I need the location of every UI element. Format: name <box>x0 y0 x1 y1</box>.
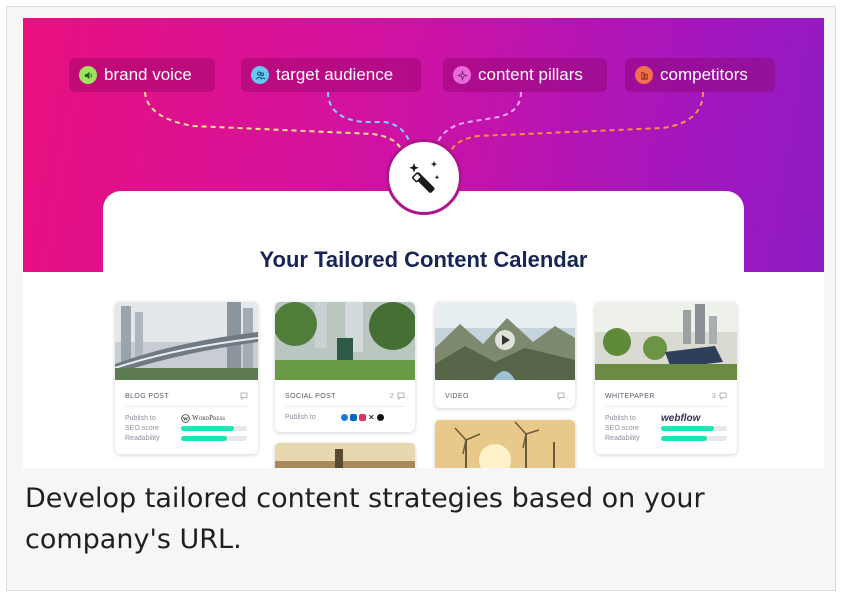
chip-label: target audience <box>276 65 394 84</box>
comment-icon <box>557 392 565 400</box>
magic-wand-icon <box>386 139 462 215</box>
threads-icon <box>376 413 384 421</box>
content-tile-social-post[interactable]: SOCIAL POST 2 Publish to ✕ <box>275 302 415 432</box>
turbines-thumbnail <box>435 420 575 468</box>
seo-score-bar <box>661 425 727 431</box>
chip-label: brand voice <box>104 65 192 84</box>
seo-score-label: SEO score <box>125 424 159 432</box>
x-icon: ✕ <box>368 412 375 422</box>
connector-competitors <box>448 91 704 159</box>
sparkle-icon <box>453 66 471 84</box>
wordpress-logo: W WordPress <box>181 413 226 423</box>
instagram-icon <box>359 413 366 421</box>
readability-bar <box>661 435 727 441</box>
tile-type-label: BLOG POST <box>125 392 170 400</box>
linkedin-icon <box>350 413 357 421</box>
svg-text:W: W <box>183 416 189 422</box>
chip-brand-voice: brand voice <box>69 58 215 92</box>
panel-title: Your Tailored Content Calendar <box>259 247 588 272</box>
seo-score-bar <box>181 425 247 431</box>
readability-fill <box>661 435 708 441</box>
content-tile-turbines[interactable] <box>435 420 575 468</box>
readability-label: Readability <box>125 434 160 442</box>
social-post-thumbnail <box>275 302 415 380</box>
comment-count: 2 <box>389 392 394 400</box>
readability-bar <box>181 435 247 441</box>
whitepaper-thumbnail <box>595 302 737 380</box>
feature-caption: Develop tailored content strategies base… <box>25 483 705 555</box>
publish-label: Publish to <box>605 414 636 422</box>
building-icon <box>635 66 653 84</box>
chip-content-pillars: content pillars <box>443 58 607 92</box>
seo-score-fill <box>181 425 234 431</box>
seo-score-fill <box>661 425 714 431</box>
comment-count: 3 <box>711 392 716 400</box>
tile-type-label: VIDEO <box>445 392 469 400</box>
content-tile-blog-post[interactable]: BLOG POST Publish to W WordPress SEO sco… <box>115 302 258 454</box>
comment-icon <box>397 392 405 400</box>
content-tile-video[interactable]: VIDEO <box>435 302 575 408</box>
tile-type-label: WHITEPAPER <box>605 392 655 400</box>
seo-score-label: SEO score <box>605 424 639 432</box>
chip-label: content pillars <box>478 65 583 84</box>
facebook-icon <box>341 413 348 421</box>
comment-icon <box>719 392 727 400</box>
image-thumbnail <box>275 443 415 468</box>
chip-label: competitors <box>660 65 748 84</box>
speaker-icon <box>79 66 97 84</box>
platform-name: WordPress <box>192 414 226 422</box>
comment-icon <box>240 392 248 400</box>
blog-post-thumbnail <box>115 302 258 380</box>
connector-brand-voice <box>144 91 404 157</box>
publish-label: Publish to <box>125 414 156 422</box>
connector-content-pillars <box>434 91 522 155</box>
people-icon <box>251 66 269 84</box>
tile-type-label: SOCIAL POST <box>285 392 336 400</box>
connector-target-audience <box>327 91 413 155</box>
webflow-logo: webflow <box>661 412 701 424</box>
social-networks: ✕ <box>341 412 384 422</box>
publish-label: Publish to <box>285 413 316 421</box>
content-tile-image[interactable] <box>275 443 415 468</box>
chip-competitors: competitors <box>625 58 775 92</box>
content-tile-whitepaper[interactable]: WHITEPAPER 3 Publish to webflow SEO scor… <box>595 302 737 454</box>
readability-label: Readability <box>605 434 640 442</box>
readability-fill <box>181 435 228 441</box>
video-thumbnail <box>435 302 575 380</box>
chip-target-audience: target audience <box>241 58 421 92</box>
hero-illustration: brand voice target audience content pill… <box>23 18 824 468</box>
